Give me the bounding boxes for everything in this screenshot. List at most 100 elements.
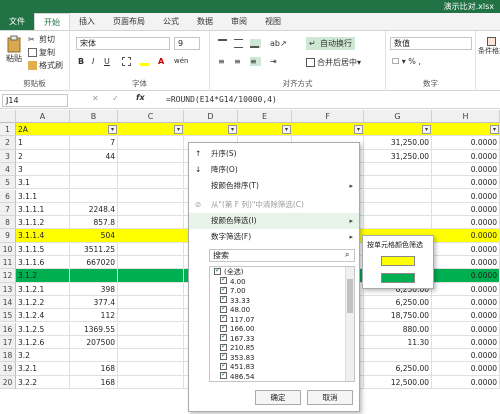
row-header[interactable]: 17: [0, 335, 16, 350]
checkbox-icon[interactable]: [220, 361, 227, 370]
checkbox-icon[interactable]: [220, 275, 227, 285]
font-name-select[interactable]: 宋体: [76, 37, 170, 50]
cell-c[interactable]: [118, 229, 184, 243]
row-header[interactable]: 4: [0, 162, 16, 177]
cell-h[interactable]: 0.0000: [432, 189, 500, 203]
cell-g[interactable]: 18,750.00: [364, 309, 432, 323]
row-header[interactable]: 2: [0, 136, 16, 150]
cell-c[interactable]: [118, 309, 184, 323]
cell-h[interactable]: 0.0000: [432, 162, 500, 177]
number-format-select[interactable]: 数值: [390, 37, 472, 50]
cell-g[interactable]: [364, 202, 432, 217]
align-bottom-button[interactable]: [250, 39, 261, 48]
fx-icon[interactable]: fx: [136, 93, 145, 102]
cell-g[interactable]: 31,250.00: [364, 136, 432, 150]
checkbox-icon[interactable]: [220, 285, 227, 294]
align-top-button[interactable]: [218, 39, 229, 48]
cell-a[interactable]: 3.2.1: [16, 362, 70, 376]
cell-a[interactable]: 3.2: [16, 349, 70, 363]
row-header[interactable]: 9: [0, 229, 16, 243]
cell-g[interactable]: 6,250.00: [364, 362, 432, 376]
row-header[interactable]: 5: [0, 176, 16, 190]
filter-button-b[interactable]: ▾: [108, 125, 117, 134]
cell-a[interactable]: 3.1.2.5: [16, 322, 70, 336]
cell-c[interactable]: [118, 322, 184, 336]
cell-b[interactable]: 44: [70, 149, 118, 163]
cell-g[interactable]: 12,500.00: [364, 375, 432, 389]
tab-view[interactable]: 视图: [256, 13, 290, 30]
checkbox-icon[interactable]: [220, 342, 227, 351]
cell-c[interactable]: [118, 189, 184, 203]
cell-b[interactable]: 7: [70, 136, 118, 150]
cell-b[interactable]: [70, 269, 118, 283]
font-color-button[interactable]: A: [158, 57, 164, 66]
row-header[interactable]: 7: [0, 202, 16, 217]
select-all-corner[interactable]: [0, 110, 16, 123]
cell-b[interactable]: 168: [70, 362, 118, 376]
cell-b[interactable]: 207500: [70, 335, 118, 350]
cell-b[interactable]: 112: [70, 309, 118, 323]
cell-a[interactable]: 3.1.1.5: [16, 242, 70, 256]
number-filter-item[interactable]: 数字筛选(F) ▸: [189, 229, 359, 245]
cell-c[interactable]: [118, 362, 184, 376]
wrap-text-button[interactable]: ↵ 自动换行: [306, 37, 355, 50]
cell-a[interactable]: 1: [16, 136, 70, 150]
checkbox-icon[interactable]: [220, 351, 227, 361]
sort-descending-item[interactable]: ↓ 降序(O): [189, 162, 359, 178]
filter-button-c[interactable]: ▾: [174, 125, 183, 134]
column-header-f[interactable]: F: [292, 110, 364, 123]
cell-g[interactable]: [364, 162, 432, 177]
formula-input[interactable]: =ROUND(E14*G14/10000,4): [166, 95, 277, 104]
filter-values-list[interactable]: (全选)4.007.0033.3348.00117.07166.00167.33…: [209, 266, 355, 382]
cell-a[interactable]: 3.1.1.2: [16, 216, 70, 230]
cell-c[interactable]: [118, 136, 184, 150]
cell-c[interactable]: [118, 216, 184, 230]
cut-button[interactable]: ✂ 剪切: [28, 34, 55, 45]
cell-g[interactable]: [364, 176, 432, 190]
scrollbar-thumb[interactable]: [347, 279, 353, 313]
cell-c[interactable]: [118, 349, 184, 363]
paste-button[interactable]: 粘贴: [4, 35, 24, 64]
row-header[interactable]: 12: [0, 269, 16, 283]
cell-h[interactable]: 0.0000: [432, 282, 500, 296]
bold-button[interactable]: B: [78, 57, 84, 66]
orientation-button[interactable]: ab↗: [270, 39, 287, 48]
cell-b[interactable]: 857.8: [70, 216, 118, 230]
cell-b[interactable]: [70, 349, 118, 363]
cell-a[interactable]: 3.1.2.6: [16, 335, 70, 350]
indent-button[interactable]: ⇥: [270, 57, 281, 66]
font-size-select[interactable]: 9: [174, 37, 200, 50]
copy-button[interactable]: 复制: [28, 47, 55, 58]
cell-b[interactable]: 3511.25: [70, 242, 118, 256]
filter-button-e[interactable]: ▾: [282, 125, 291, 134]
format-painter-button[interactable]: 格式刷: [28, 60, 63, 71]
cancel-formula-icon[interactable]: ✕: [92, 94, 99, 103]
row-header[interactable]: 10: [0, 242, 16, 256]
column-header-g[interactable]: G: [364, 110, 432, 123]
cell-c[interactable]: [118, 282, 184, 296]
cell-a[interactable]: 2A: [16, 123, 70, 137]
checkbox-icon[interactable]: [220, 313, 227, 323]
cell-h[interactable]: 0.0000: [432, 309, 500, 323]
column-header-e[interactable]: E: [238, 110, 292, 123]
row-header[interactable]: 8: [0, 216, 16, 230]
filter-value-item[interactable]: 486.54: [220, 370, 255, 382]
cell-a[interactable]: 3: [16, 162, 70, 177]
cell-h[interactable]: 0.0000: [432, 269, 500, 283]
cell-h[interactable]: 0.0000: [432, 295, 500, 310]
cell-b[interactable]: [70, 162, 118, 177]
phonetic-button[interactable]: wén: [174, 57, 188, 65]
italic-button[interactable]: I: [92, 57, 94, 66]
cell-a[interactable]: 3.1.1.4: [16, 229, 70, 243]
cell-h[interactable]: 0.0000: [432, 149, 500, 163]
cell-c[interactable]: [118, 176, 184, 190]
cell-h[interactable]: 0.0000: [432, 242, 500, 256]
cell-a[interactable]: 2: [16, 149, 70, 163]
cell-a[interactable]: 3.1.1.6: [16, 256, 70, 270]
cell-g[interactable]: 11.30: [364, 335, 432, 350]
cell-g[interactable]: 880.00: [364, 322, 432, 336]
enter-formula-icon[interactable]: ✓: [112, 94, 119, 103]
cell-c[interactable]: [118, 295, 184, 310]
cell-h[interactable]: 0.0000: [432, 349, 500, 363]
cell-h[interactable]: 0.0000: [432, 229, 500, 243]
